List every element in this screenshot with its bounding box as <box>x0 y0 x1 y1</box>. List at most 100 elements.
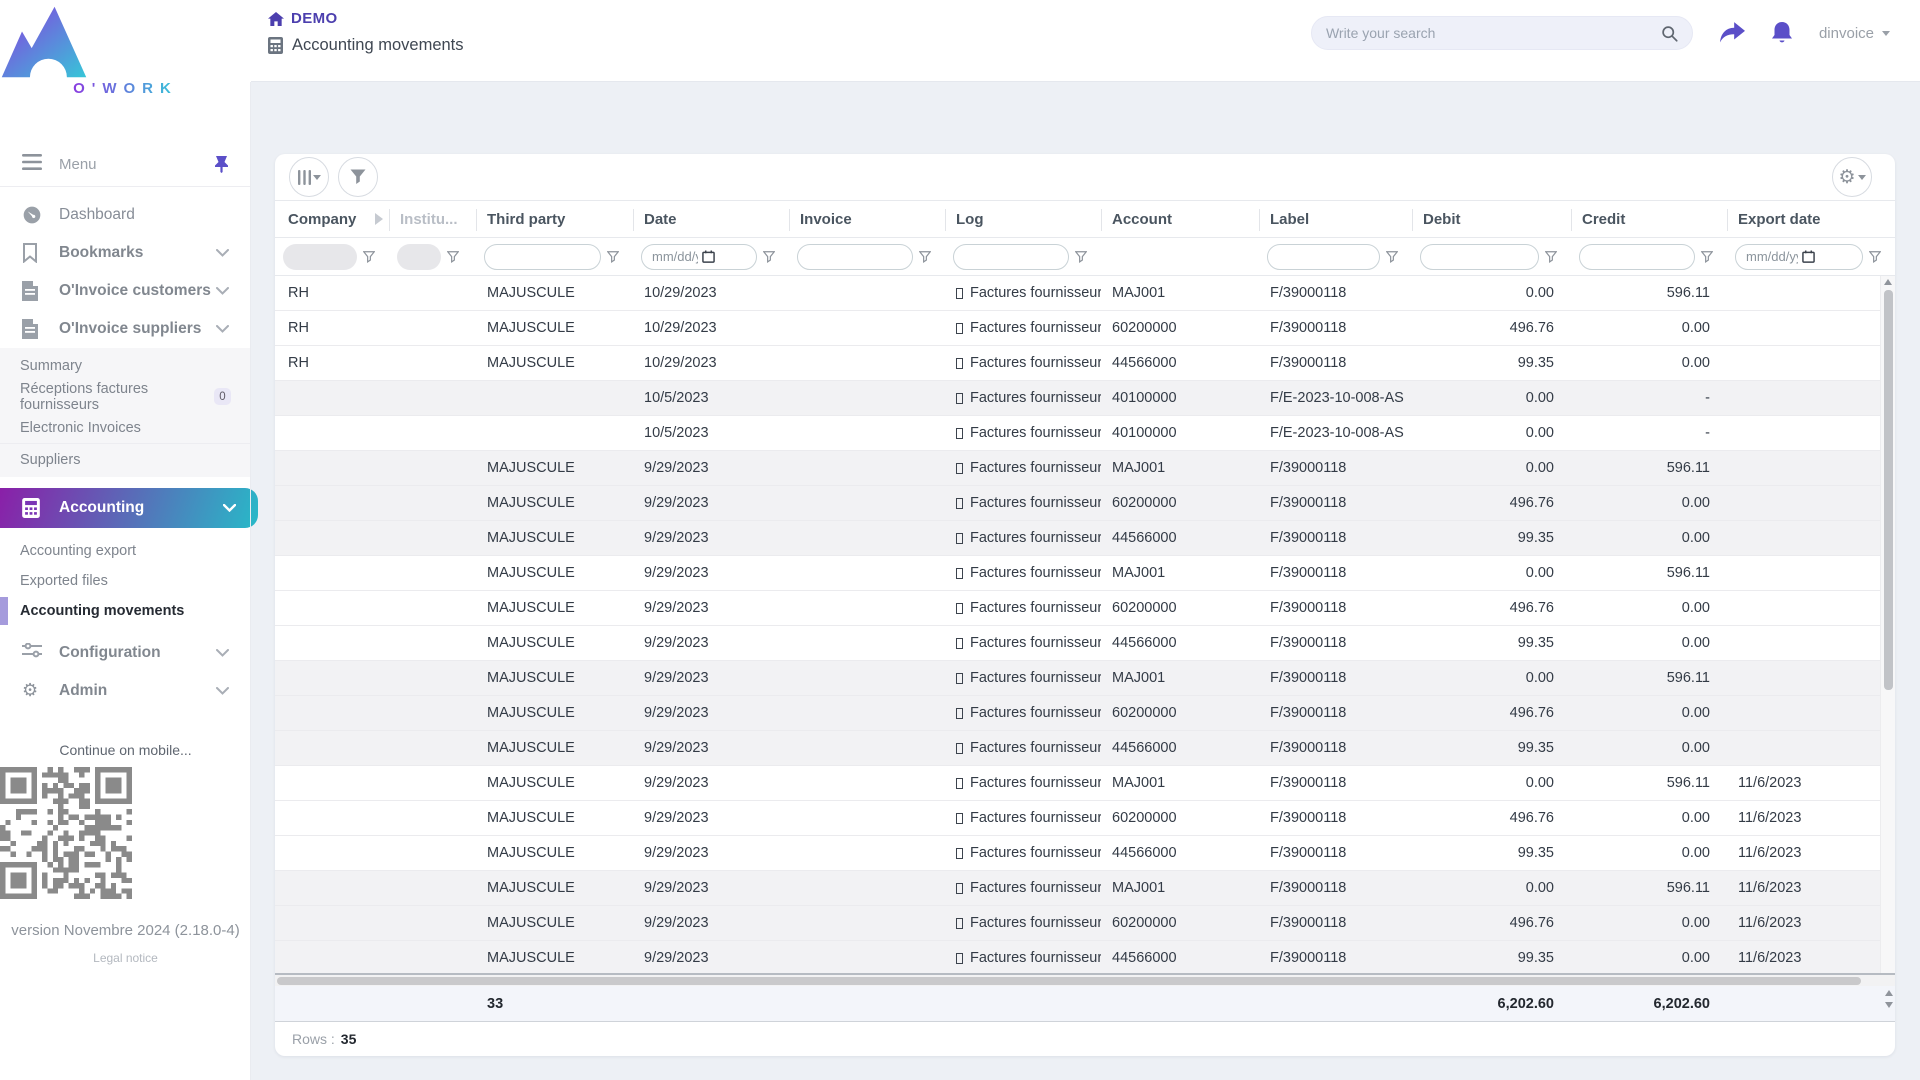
table-row[interactable]: RHMAJUSCULE10/29/2023Factures fournisseu… <box>275 311 1880 346</box>
third-party-filter-input[interactable] <box>484 244 601 270</box>
col-header-date[interactable]: Date <box>633 201 789 237</box>
user-menu[interactable]: dinvoice <box>1819 25 1890 42</box>
bell-icon[interactable] <box>1771 21 1793 45</box>
institution-filter-input[interactable] <box>397 244 441 270</box>
table-row[interactable]: MAJUSCULE9/29/2023Factures fournisseurs4… <box>275 521 1880 556</box>
sidebar-item-oinvoice-suppliers[interactable]: O'Invoice suppliers <box>0 310 251 348</box>
funnel-icon[interactable] <box>1701 251 1715 263</box>
table-row[interactable]: MAJUSCULE9/29/2023Factures fournisseursM… <box>275 871 1880 906</box>
funnel-icon[interactable] <box>919 251 933 263</box>
col-header-credit[interactable]: Credit <box>1571 201 1727 237</box>
col-header-institution[interactable]: Institu... <box>389 201 476 237</box>
sidebar-item-electronic-invoices[interactable]: Electronic Invoices <box>0 412 251 443</box>
cell-account: 44566000 <box>1101 941 1259 973</box>
legal-notice-link[interactable]: Legal notice <box>0 951 251 965</box>
col-header-export-date[interactable]: Export date <box>1727 201 1895 237</box>
table-row[interactable]: MAJUSCULE9/29/2023Factures fournisseurs4… <box>275 626 1880 661</box>
cell-institution <box>389 731 476 765</box>
column-chooser-button[interactable] <box>289 157 329 197</box>
table-row[interactable]: MAJUSCULE9/29/2023Factures fournisseursM… <box>275 661 1880 696</box>
label-filter-input[interactable] <box>1267 244 1380 270</box>
funnel-icon[interactable] <box>1386 251 1400 263</box>
sidebar-item-accounting-movements[interactable]: Accounting movements <box>0 596 251 626</box>
scroll-down-icon[interactable] <box>1885 1002 1893 1008</box>
export-date-filter-input[interactable]: mm/dd/yyyy <box>1735 244 1863 270</box>
funnel-icon[interactable] <box>1545 251 1559 263</box>
credit-filter-input[interactable] <box>1579 244 1695 270</box>
log-filter-input[interactable] <box>953 244 1069 270</box>
sidebar-item-accounting-export[interactable]: Accounting export <box>0 536 251 566</box>
table-row[interactable]: RHMAJUSCULE10/29/2023Factures fournisseu… <box>275 346 1880 381</box>
scroll-up-icon[interactable] <box>1884 279 1892 285</box>
funnel-icon[interactable] <box>763 251 777 263</box>
gear-icon: ⚙ <box>22 681 42 701</box>
table-row[interactable]: RHMAJUSCULE10/29/2023Factures fournisseu… <box>275 276 1880 311</box>
col-header-invoice[interactable]: Invoice <box>789 201 945 237</box>
table-row[interactable]: MAJUSCULE9/29/2023Factures fournisseursM… <box>275 451 1880 486</box>
sidebar-item-bookmarks[interactable]: Bookmarks <box>0 234 251 272</box>
funnel-icon[interactable] <box>1869 251 1883 263</box>
vertical-scrollbar[interactable] <box>1880 276 1895 973</box>
sidebar-item-exported-files[interactable]: Exported files <box>0 566 251 596</box>
filter-button[interactable] <box>338 157 378 197</box>
sidebar-item-receptions[interactable]: Réceptions factures fournisseurs 0 <box>0 381 251 412</box>
breadcrumb-home[interactable]: DEMO <box>268 10 464 27</box>
sidebar-item-dashboard[interactable]: Dashboard <box>0 196 251 234</box>
calendar-icon[interactable] <box>1802 250 1854 263</box>
table-row[interactable]: 10/5/2023Factures fournisseurs40100000F/… <box>275 381 1880 416</box>
funnel-icon[interactable] <box>607 251 621 263</box>
col-header-log[interactable]: Log <box>945 201 1101 237</box>
rows-count: 35 <box>341 1031 357 1047</box>
funnel-icon[interactable] <box>1075 251 1089 263</box>
date-filter-input[interactable]: mm/dd/yyyy <box>641 244 757 270</box>
table-row[interactable]: MAJUSCULE9/29/2023Factures fournisseurs6… <box>275 591 1880 626</box>
debit-filter-input[interactable] <box>1420 244 1539 270</box>
table-row[interactable]: MAJUSCULE9/29/2023Factures fournisseursM… <box>275 556 1880 591</box>
sidebar-item-admin[interactable]: ⚙ Admin <box>0 672 251 710</box>
table-row[interactable]: MAJUSCULE9/29/2023Factures fournisseurs4… <box>275 941 1880 973</box>
table-row[interactable]: MAJUSCULE9/29/2023Factures fournisseurs4… <box>275 836 1880 871</box>
col-header-debit[interactable]: Debit <box>1412 201 1571 237</box>
share-icon[interactable] <box>1719 22 1745 44</box>
cell-company: RH <box>275 311 389 345</box>
horizontal-scrollbar[interactable] <box>275 973 1895 986</box>
scroll-up-icon[interactable] <box>1885 990 1893 996</box>
sidebar-item-oinvoice-customers[interactable]: O'Invoice customers <box>0 272 251 310</box>
col-header-company[interactable]: Company <box>275 201 389 237</box>
search-input[interactable] <box>1326 25 1661 41</box>
funnel-icon[interactable] <box>363 251 377 263</box>
hamburger-icon[interactable] <box>22 154 42 174</box>
sidebar-item-configuration[interactable]: Configuration <box>0 634 251 672</box>
company-filter-input[interactable] <box>283 244 357 270</box>
table-row[interactable]: MAJUSCULE9/29/2023Factures fournisseurs4… <box>275 731 1880 766</box>
pin-icon[interactable] <box>214 156 229 173</box>
cell-log: Factures fournisseurs <box>945 766 1101 800</box>
invoice-filter-input[interactable] <box>797 244 913 270</box>
cell-third-party: MAJUSCULE <box>476 626 633 660</box>
funnel-icon[interactable] <box>447 251 461 263</box>
sidebar-item-suppliers[interactable]: Suppliers <box>0 444 251 475</box>
sidebar-item-menu[interactable]: Menu <box>0 142 251 186</box>
cell-date: 10/5/2023 <box>633 381 789 415</box>
grid-settings-button[interactable]: ⚙ <box>1832 157 1872 197</box>
table-row[interactable]: MAJUSCULE9/29/2023Factures fournisseurs6… <box>275 801 1880 836</box>
version-label: version Novembre 2024 (2.18.0-4) <box>0 922 251 939</box>
table-row[interactable]: 10/5/2023Factures fournisseurs40100000F/… <box>275 416 1880 451</box>
table-row[interactable]: MAJUSCULE9/29/2023Factures fournisseursM… <box>275 766 1880 801</box>
horizontal-scroll-thumb[interactable] <box>277 977 1861 985</box>
table-row[interactable]: MAJUSCULE9/29/2023Factures fournisseurs6… <box>275 696 1880 731</box>
col-label: Log <box>956 211 984 228</box>
gear-icon: ⚙ <box>1838 168 1855 187</box>
col-header-account[interactable]: Account <box>1101 201 1259 237</box>
calendar-icon[interactable] <box>702 250 748 263</box>
table-row[interactable]: MAJUSCULE9/29/2023Factures fournisseurs6… <box>275 486 1880 521</box>
expand-arrow-icon[interactable] <box>375 213 383 225</box>
vertical-scroll-thumb[interactable] <box>1884 290 1893 690</box>
sidebar-item-summary[interactable]: Summary <box>0 350 251 381</box>
search-icon[interactable] <box>1661 25 1678 42</box>
sidebar-item-accounting[interactable]: Accounting <box>0 488 258 528</box>
sidebar-item-label: Bookmarks <box>59 244 216 262</box>
col-header-label[interactable]: Label <box>1259 201 1412 237</box>
col-header-third-party[interactable]: Third party <box>476 201 633 237</box>
table-row[interactable]: MAJUSCULE9/29/2023Factures fournisseurs6… <box>275 906 1880 941</box>
